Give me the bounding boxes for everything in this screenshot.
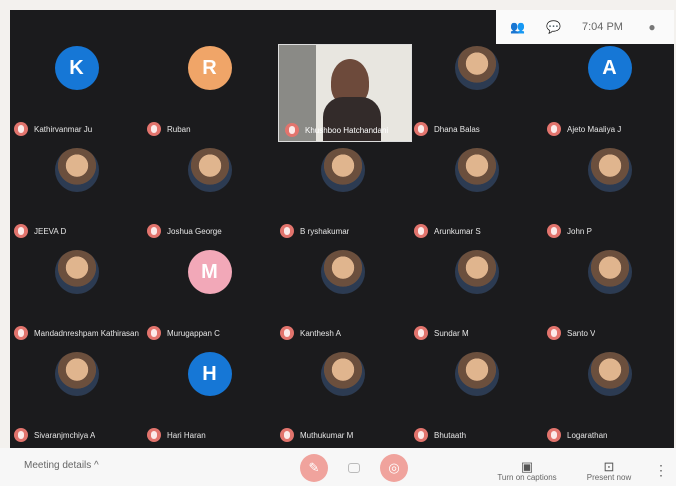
avatar xyxy=(587,148,632,192)
avatar xyxy=(320,250,365,294)
tile-sundar-m[interactable]: Sundar M xyxy=(410,242,543,344)
avatar xyxy=(320,352,365,396)
mic-icon: ✎ xyxy=(308,460,320,475)
tile-logarathan[interactable]: Logarathan xyxy=(543,344,676,446)
mic-off-icon xyxy=(547,224,561,238)
avatar: K xyxy=(54,46,99,90)
chat-icon[interactable]: 💬 xyxy=(546,20,561,34)
present-icon: ⊡ xyxy=(603,459,615,474)
tile-mandadnreshpam-kathirasan[interactable]: Mandadnreshpam Kathirasan xyxy=(10,242,143,344)
tile-sivaranjmchiya-a[interactable]: Sivaranjmchiya A xyxy=(10,344,143,446)
mic-off-icon xyxy=(280,224,294,238)
mic-off-icon xyxy=(14,122,28,136)
mic-off-icon xyxy=(547,428,561,442)
tile-joshua-george[interactable]: Joshua George xyxy=(143,140,276,242)
mic-off-icon xyxy=(414,326,428,340)
tile-santo-v[interactable]: Santo V xyxy=(543,242,676,344)
mic-off-icon xyxy=(414,428,428,442)
avatar: H xyxy=(187,352,232,396)
participant-label: Ruban xyxy=(147,122,272,136)
mic-off-icon xyxy=(14,428,28,442)
people-icon[interactable]: 👥 xyxy=(510,20,525,34)
captions-icon: ▣ xyxy=(520,459,534,474)
participant-label: Bhutaath xyxy=(414,428,539,442)
user-icon[interactable]: ● xyxy=(645,20,659,34)
more-options-icon[interactable]: ⋮ xyxy=(654,462,668,479)
present-button[interactable]: ⊡ Present now xyxy=(574,460,644,482)
camera-icon: ◎ xyxy=(388,460,400,475)
participant-label: Santo V xyxy=(547,326,672,340)
mic-toggle-button[interactable]: ✎ xyxy=(300,454,328,482)
tile-ruban[interactable]: R Ruban xyxy=(143,38,276,140)
call-controls: ✎ ◎ xyxy=(300,454,408,482)
participant-grid: K Kathirvanmar Ju R Ruban Khushboo Hatch… xyxy=(10,38,674,448)
mic-off-icon xyxy=(285,123,299,137)
tile-muthukumar-m[interactable]: Muthukumar M xyxy=(276,344,409,446)
avatar xyxy=(454,46,499,90)
end-call-indicator xyxy=(348,463,360,473)
participant-label: Arunkumar S xyxy=(414,224,539,238)
tile-b-ryshakumar[interactable]: B ryshakumar xyxy=(276,140,409,242)
participant-label: B ryshakumar xyxy=(280,224,405,238)
mic-off-icon xyxy=(280,428,294,442)
mic-off-icon xyxy=(147,428,161,442)
captions-button[interactable]: ▣ Turn on captions xyxy=(492,460,562,482)
participant-label: Sundar M xyxy=(414,326,539,340)
participant-label: Muthukumar M xyxy=(280,428,405,442)
participant-label: Kanthesh A xyxy=(280,326,405,340)
clock: 7:04 PM xyxy=(582,21,623,33)
mic-off-icon xyxy=(147,326,161,340)
mic-off-icon xyxy=(14,326,28,340)
participant-label: Kathirvanmar Ju xyxy=(14,122,139,136)
tile-jeeva-d[interactable]: JEEVA D xyxy=(10,140,143,242)
participant-label: Hari Haran xyxy=(147,428,272,442)
mic-off-icon xyxy=(14,224,28,238)
camera-toggle-button[interactable]: ◎ xyxy=(380,454,408,482)
avatar xyxy=(587,250,632,294)
bottom-toolbar: Meeting details ^ ✎ ◎ ▣ Turn on captions… xyxy=(0,448,676,486)
meeting-details-button[interactable]: Meeting details ^ xyxy=(24,460,99,471)
tile-ajeto-maaliya-j[interactable]: A Ajeto Maaliya J xyxy=(543,38,676,140)
meeting-stage: 👥 💬 7:04 PM ● K Kathirvanmar Ju R Ruban … xyxy=(10,10,674,448)
avatar xyxy=(54,148,99,192)
tile-hari-haran[interactable]: H Hari Haran xyxy=(143,344,276,446)
avatar xyxy=(454,352,499,396)
participant-label: JEEVA D xyxy=(14,224,139,238)
avatar xyxy=(187,148,232,192)
tile-kathirvanmar-ju[interactable]: K Kathirvanmar Ju xyxy=(10,38,143,140)
mic-off-icon xyxy=(547,122,561,136)
participant-label: Ajeto Maaliya J xyxy=(547,122,672,136)
participant-label: Sivaranjmchiya A xyxy=(14,428,139,442)
avatar xyxy=(587,352,632,396)
tile-arunkumar-s[interactable]: Arunkumar S xyxy=(410,140,543,242)
tile-bhutaath[interactable]: Bhutaath xyxy=(410,344,543,446)
avatar: M xyxy=(187,250,232,294)
avatar: A xyxy=(587,46,632,90)
avatar xyxy=(54,352,99,396)
participant-label: Murugappan C xyxy=(147,326,272,340)
avatar: R xyxy=(187,46,232,90)
tile-murugappan-c[interactable]: M Murugappan C xyxy=(143,242,276,344)
participant-label: Dhana Balas xyxy=(414,122,539,136)
avatar xyxy=(54,250,99,294)
mic-off-icon xyxy=(414,224,428,238)
avatar xyxy=(454,148,499,192)
mic-off-icon xyxy=(147,122,161,136)
tile-john-p[interactable]: John P xyxy=(543,140,676,242)
participant-label: John P xyxy=(547,224,672,238)
participant-label: Khushboo Hatchandani xyxy=(285,123,410,137)
mic-off-icon xyxy=(147,224,161,238)
tile-kanthesh-a[interactable]: Kanthesh A xyxy=(276,242,409,344)
participant-label: Joshua George xyxy=(147,224,272,238)
avatar xyxy=(454,250,499,294)
tile-dhana-balas[interactable]: Dhana Balas xyxy=(410,38,543,140)
participant-label: Mandadnreshpam Kathirasan xyxy=(14,326,139,340)
avatar xyxy=(320,148,365,192)
mic-off-icon xyxy=(414,122,428,136)
mic-off-icon xyxy=(547,326,561,340)
participant-label: Logarathan xyxy=(547,428,672,442)
active-video-tile[interactable]: Khushboo Hatchandani xyxy=(278,44,412,142)
mic-off-icon xyxy=(280,326,294,340)
